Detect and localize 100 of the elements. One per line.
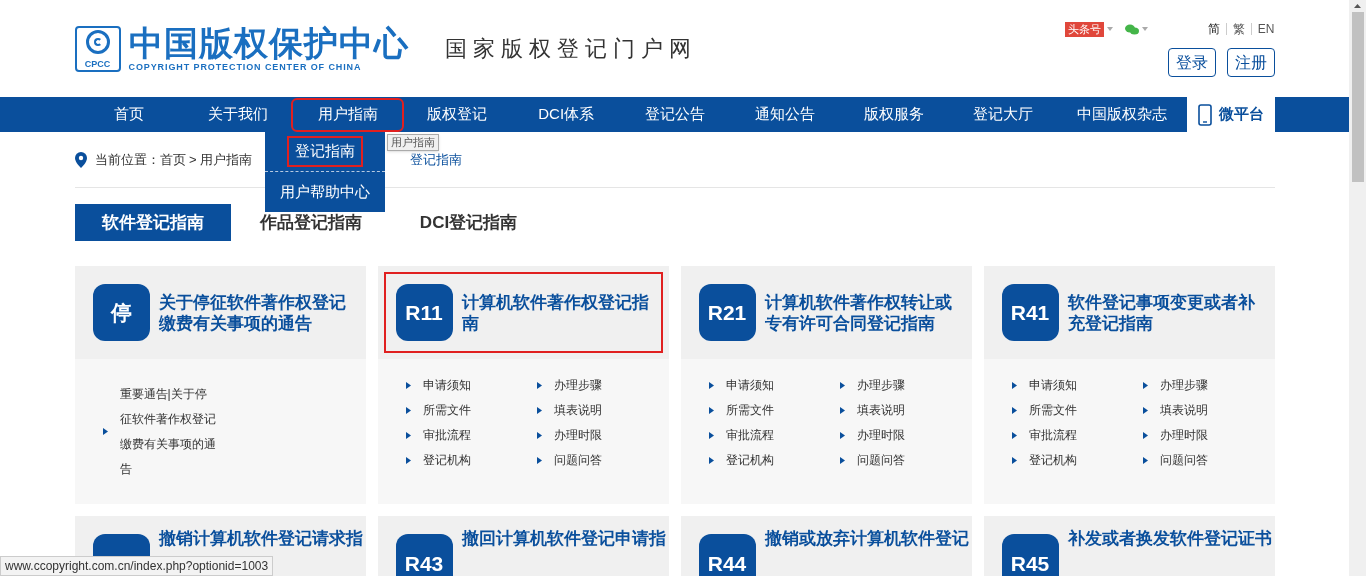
arrow-icon	[1011, 406, 1017, 414]
nav-item[interactable]: 版权登记	[402, 99, 512, 130]
guide-link[interactable]: 登记机构	[725, 451, 774, 469]
arrow-icon	[537, 456, 542, 464]
scrollbar-thumb[interactable]	[1351, 12, 1364, 182]
arrow-icon	[102, 428, 108, 435]
guide-code: R43	[395, 534, 453, 576]
guide-link[interactable]: 填表说明	[554, 401, 602, 419]
arrow-icon	[708, 406, 714, 414]
arrow-icon	[1011, 456, 1017, 464]
arrow-icon	[708, 381, 714, 389]
breadcrumb-link[interactable]: 登记指南	[410, 149, 463, 170]
guide-link[interactable]: 申请须知	[422, 376, 471, 394]
register-button[interactable]: 注册	[1226, 48, 1275, 77]
arrow-icon	[405, 456, 411, 464]
guide-link[interactable]: 审批流程	[422, 426, 471, 444]
language-link[interactable]: EN	[1257, 20, 1275, 38]
arrow-icon	[840, 381, 845, 389]
guide-title[interactable]: 计算机软件著作权转让或专有许可合同登记指南	[764, 291, 954, 334]
arrow-icon	[1143, 406, 1148, 414]
guide-link[interactable]: 办理步骤	[857, 376, 905, 394]
guide-link[interactable]: 登记机构	[1028, 451, 1077, 469]
phone-icon	[1197, 103, 1212, 126]
nav-item[interactable]: 首页	[74, 99, 184, 130]
nav-item[interactable]: DCI体系	[511, 99, 621, 130]
dropdown-item[interactable]: 登记指南	[264, 132, 385, 172]
logo-subtitle: COPYRIGHT PROTECTION CENTER OF CHINA	[128, 62, 363, 72]
arrow-icon	[1143, 381, 1148, 389]
language-link[interactable]: 繁	[1232, 20, 1245, 38]
tooltip: 用户指南	[386, 134, 439, 151]
nav-item[interactable]: 登记大厅	[948, 99, 1058, 130]
login-button[interactable]: 登录	[1167, 48, 1216, 77]
logo-mark: CPCC	[84, 59, 111, 69]
guide-title[interactable]: 撤回计算机软件登记申请指	[461, 528, 666, 549]
guide-link[interactable]: 申请须知	[1028, 376, 1077, 394]
scrollbar[interactable]	[1349, 0, 1366, 576]
guide-code: R45	[1001, 534, 1059, 576]
guide-link[interactable]: 所需文件	[725, 401, 774, 419]
guide-link[interactable]: 填表说明	[1160, 401, 1208, 419]
guide-link[interactable]: 办理步骤	[1160, 376, 1208, 394]
guide-title[interactable]: 撤销或放弃计算机软件登记	[764, 528, 969, 549]
arrow-icon	[405, 406, 411, 414]
arrow-icon	[708, 431, 714, 439]
nav-item[interactable]: 版权服务	[839, 99, 949, 130]
guide-tab[interactable]: 软件登记指南	[74, 204, 231, 241]
guide-link[interactable]: 办理时限	[857, 426, 905, 444]
guide-title[interactable]: 补发或者换发软件登记证书	[1067, 528, 1272, 549]
guide-link[interactable]: 审批流程	[725, 426, 774, 444]
nav-item[interactable]: 用户指南	[293, 99, 403, 130]
arrow-icon	[1143, 431, 1148, 439]
caret-icon	[1141, 27, 1148, 31]
status-bar: www.ccopyright.com.cn/index.php?optionid=1003	[0, 556, 274, 576]
arrow-icon	[1143, 456, 1148, 464]
guide-link[interactable]: 办理步骤	[554, 376, 602, 394]
arrow-icon	[537, 381, 542, 389]
guide-code: R11	[395, 284, 453, 341]
guide-title[interactable]: 计算机软件著作权登记指南	[461, 291, 651, 334]
arrow-icon	[840, 406, 845, 414]
guide-link[interactable]: 问题问答	[1160, 451, 1208, 469]
guide-code: R44	[698, 534, 756, 576]
nav-item[interactable]: 登记公告	[620, 99, 731, 130]
location-pin-icon	[74, 151, 87, 168]
guide-link[interactable]: 问题问答	[857, 451, 905, 469]
guide-title[interactable]: 关于停征软件著作权登记缴费有关事项的通告	[158, 291, 348, 334]
guide-code: R21	[698, 284, 756, 341]
guide-link[interactable]: 登记机构	[422, 451, 471, 469]
guide-link[interactable]: 填表说明	[857, 401, 905, 419]
dropdown-item[interactable]: 用户帮助中心	[264, 172, 385, 212]
guide-code: R41	[1001, 284, 1059, 341]
arrow-icon	[405, 431, 411, 439]
guide-link[interactable]: 所需文件	[422, 401, 471, 419]
guide-title[interactable]: 软件登记事项变更或者补充登记指南	[1067, 291, 1257, 334]
nav-item[interactable]: 通知公告	[730, 99, 840, 130]
slogan: 国家版权登记门户网	[444, 35, 697, 64]
language-link[interactable]: 简	[1207, 20, 1220, 38]
guide-link[interactable]: 审批流程	[1028, 426, 1077, 444]
arrow-icon	[537, 431, 542, 439]
guide-title[interactable]: 撤销计算机软件登记请求指	[158, 528, 363, 549]
toutiao-badge[interactable]: 头条号	[1064, 21, 1104, 37]
arrow-icon	[537, 406, 542, 414]
logo-title: 中国版权保护中心	[128, 25, 409, 60]
guide-link[interactable]: 申请须知	[725, 376, 774, 394]
wechat-icon[interactable]	[1124, 23, 1139, 35]
guide-tab[interactable]: DCI登记指南	[390, 204, 547, 241]
copyright-icon	[85, 29, 110, 54]
arrow-icon	[1011, 431, 1017, 439]
guide-link[interactable]: 所需文件	[1028, 401, 1077, 419]
notice-link[interactable]: 重要通告|关于停征软件著作权登记缴费有关事项的通告	[119, 381, 216, 482]
nav-item[interactable]: 中国版权杂志	[1057, 99, 1188, 130]
arrow-icon	[840, 456, 845, 464]
guide-link[interactable]: 办理时限	[554, 426, 602, 444]
guide-link[interactable]: 问题问答	[554, 451, 602, 469]
breadcrumb: 当前位置：首页 > 用户指南	[94, 150, 253, 169]
scroll-up-icon[interactable]	[1354, 4, 1361, 8]
guide-link[interactable]: 办理时限	[1160, 426, 1208, 444]
arrow-icon	[1011, 381, 1017, 389]
micro-platform-tab[interactable]: 微平台	[1187, 97, 1275, 132]
nav-item[interactable]: 关于我们	[183, 99, 294, 130]
arrow-icon	[708, 456, 714, 464]
caret-icon	[1106, 27, 1113, 31]
